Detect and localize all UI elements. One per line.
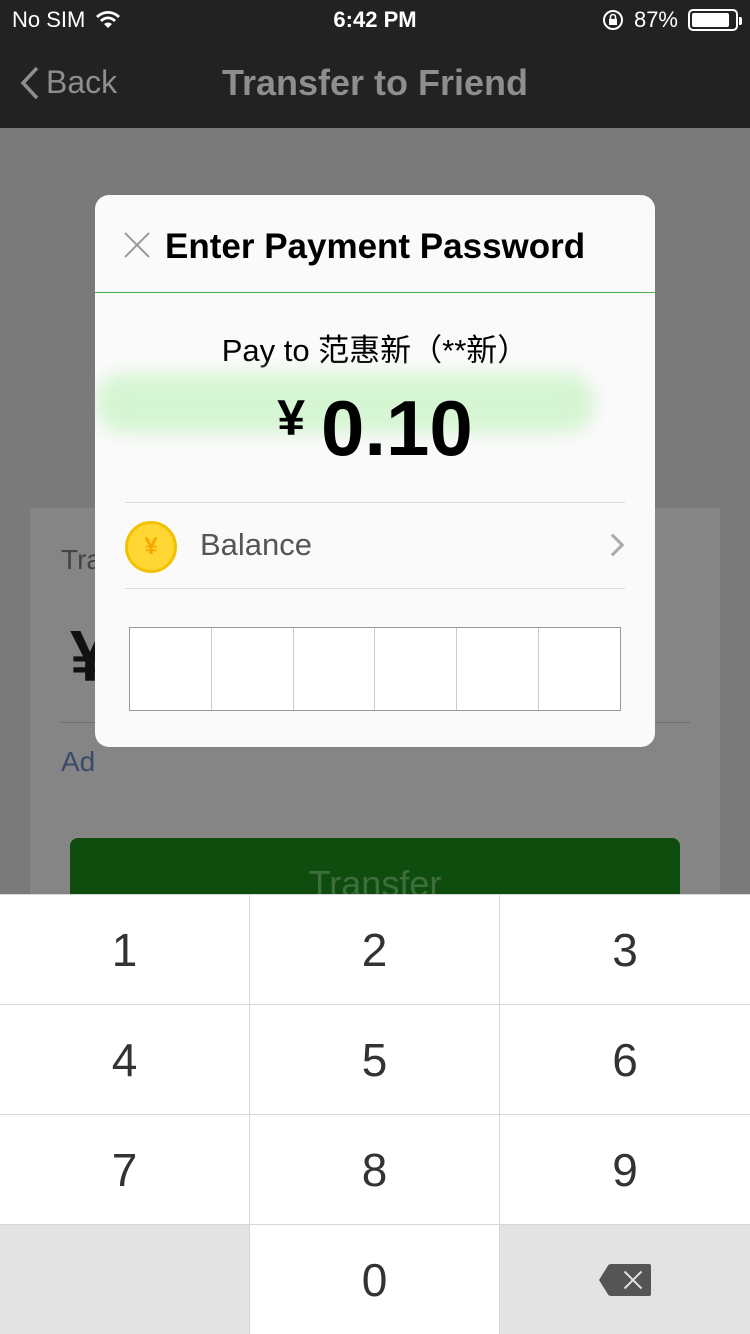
modal-title: Enter Payment Password xyxy=(165,227,586,266)
password-input[interactable] xyxy=(129,627,621,711)
balance-coin-icon: ¥ xyxy=(125,521,177,573)
keypad-key-1[interactable]: 1 xyxy=(0,894,250,1004)
backspace-icon xyxy=(599,1263,651,1296)
amount-value: 0.10 xyxy=(321,384,473,472)
nav-bar: Back Transfer to Friend xyxy=(0,40,750,128)
battery-fill xyxy=(692,13,729,27)
status-bar: No SIM 6:42 PM 87% xyxy=(0,0,750,40)
payment-password-modal: Enter Payment Password Pay to 范惠新（**新） ¥… xyxy=(95,195,655,747)
add-note-link[interactable]: Ad xyxy=(61,746,95,778)
pin-digit-cell xyxy=(130,628,212,710)
keypad-key-7[interactable]: 7 xyxy=(0,1114,250,1224)
pin-digit-cell xyxy=(212,628,294,710)
battery-percent: 87% xyxy=(633,7,678,32)
keypad-key-6[interactable]: 6 xyxy=(500,1004,750,1114)
keypad-key-0[interactable]: 0 xyxy=(250,1224,500,1334)
delete-key[interactable] xyxy=(500,1224,750,1334)
rotation-lock-icon xyxy=(602,10,623,30)
keypad-key-4[interactable]: 4 xyxy=(0,1004,250,1114)
pin-digit-cell xyxy=(375,628,458,710)
payment-method-label: Balance xyxy=(200,527,313,562)
close-icon[interactable] xyxy=(123,231,151,259)
keypad-key-3[interactable]: 3 xyxy=(500,894,750,1004)
keypad-key-5[interactable]: 5 xyxy=(250,1004,500,1114)
battery-icon xyxy=(688,9,742,31)
pin-digit-cell xyxy=(294,628,376,710)
payee-label: Pay to 范惠新（**新） xyxy=(221,333,529,368)
pin-digit-cell xyxy=(457,628,540,710)
keypad-key-9[interactable]: 9 xyxy=(500,1114,750,1224)
page-title: Transfer to Friend xyxy=(221,62,529,103)
currency-symbol: ¥ xyxy=(277,390,305,446)
modal-header: Enter Payment Password xyxy=(95,195,655,293)
status-right: 87% xyxy=(602,7,742,33)
payment-method-selector[interactable]: ¥ Balance xyxy=(125,502,625,589)
amount-display: ¥ 0.10 xyxy=(95,383,655,473)
chevron-right-icon xyxy=(601,533,625,557)
pin-digit-cell xyxy=(539,628,620,710)
numeric-keypad: 123 456 7890 xyxy=(0,894,750,1334)
keypad-key-8[interactable]: 8 xyxy=(250,1114,500,1224)
keypad-key-2[interactable]: 2 xyxy=(250,894,500,1004)
keypad-blank xyxy=(0,1224,250,1334)
